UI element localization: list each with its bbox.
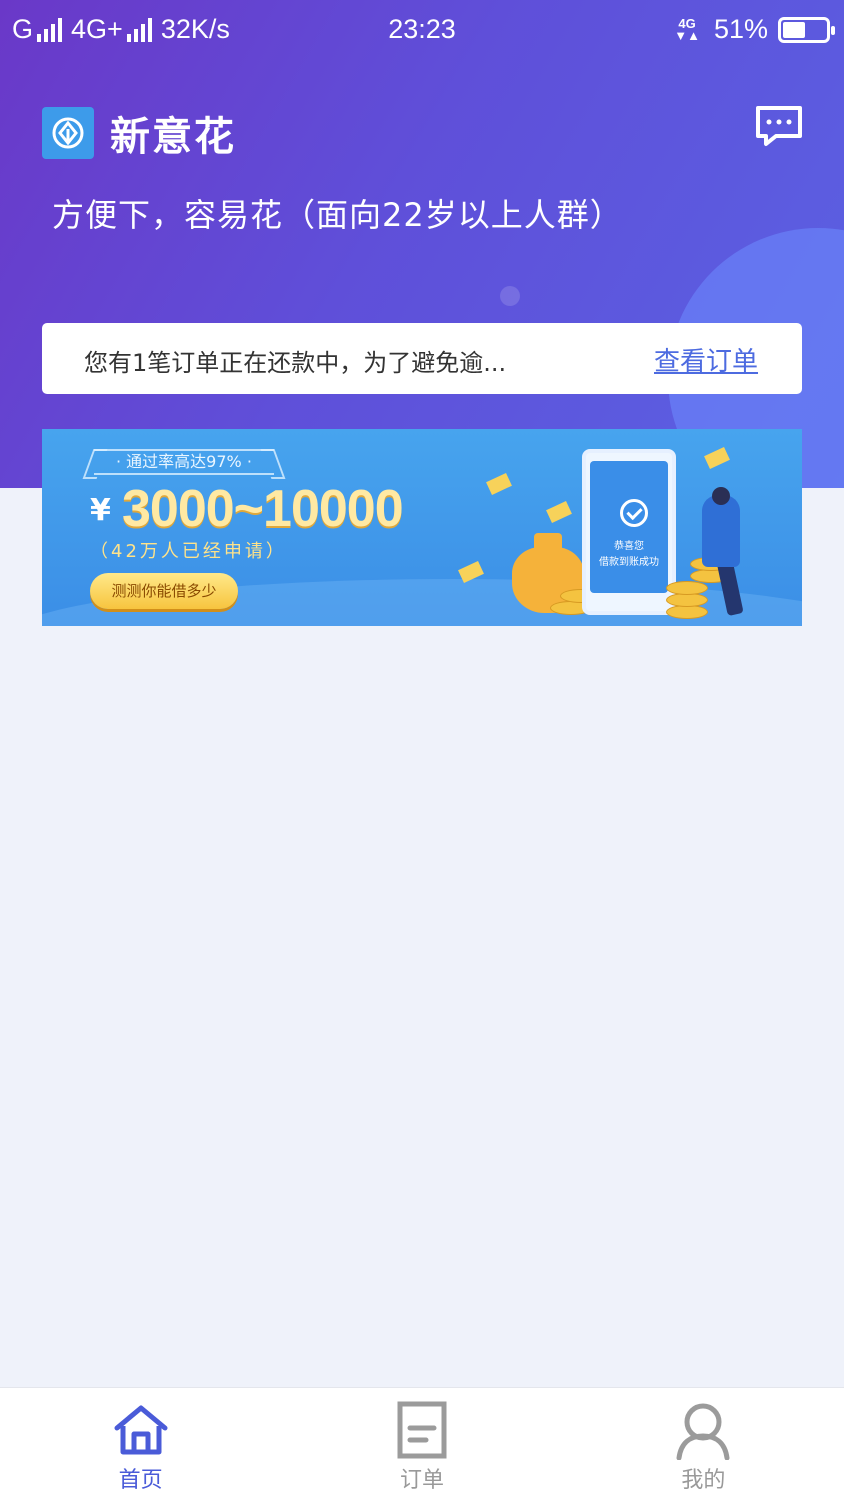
status-right: 4G ▼▲ 51% <box>674 14 835 45</box>
home-icon <box>111 1400 171 1460</box>
tab-profile[interactable]: 我的 <box>563 1388 844 1500</box>
phone-text-line1: 恭喜您 <box>614 541 644 552</box>
person-illustration <box>702 495 740 567</box>
phone-illustration: 恭喜您 借款到账成功 <box>582 449 676 615</box>
coin-icon <box>666 581 708 595</box>
order-icon <box>392 1400 452 1460</box>
check-limit-button[interactable]: 测测你能借多少 <box>90 573 238 609</box>
pass-rate-tag: · 通过率高达97% · <box>94 449 274 475</box>
notice-text: 您有1笔订单正在还款中，为了避免逾... <box>84 349 507 377</box>
phone-text-line2: 借款到账成功 <box>599 557 659 568</box>
money-bill-icon <box>704 447 730 469</box>
network-type-label: 4G <box>678 15 696 31</box>
coin-icon <box>666 605 708 619</box>
yen-symbol: ¥ <box>90 493 111 528</box>
promo-banner[interactable]: · 通过率高达97% · ¥ 3000~10000 （42万人已经申请） 测测你… <box>42 429 802 626</box>
network-type-icon: 4G ▼▲ <box>674 15 700 43</box>
loan-amount: 3000~10000 <box>122 480 404 538</box>
tab-home-label: 首页 <box>118 1468 163 1493</box>
app-logo-icon <box>42 107 94 159</box>
applicants-count: （42万人已经申请） <box>90 541 287 562</box>
coin-icon <box>666 593 708 607</box>
bottom-navigation: 首页 订单 我的 <box>0 1387 844 1500</box>
profile-icon <box>673 1400 733 1461</box>
header-background <box>0 0 844 488</box>
person-illustration-head <box>712 487 730 505</box>
brand: 新意花 <box>42 104 236 162</box>
tab-orders-label: 订单 <box>399 1468 444 1493</box>
battery-icon <box>778 16 835 43</box>
status-bar: G 4G+ 32K/s 23:23 4G ▼▲ 51% <box>0 0 844 58</box>
repayment-notice: 您有1笔订单正在还款中，为了避免逾... 查看订单 <box>42 323 802 394</box>
tab-orders[interactable]: 订单 <box>281 1388 562 1500</box>
tab-home[interactable]: 首页 <box>0 1388 281 1500</box>
tab-profile-label: 我的 <box>681 1468 726 1493</box>
money-bill-icon <box>546 501 572 523</box>
app-title: 新意花 <box>110 114 236 160</box>
slogan: 方便下，容易花（面向22岁以上人群） <box>52 196 623 234</box>
view-order-link[interactable]: 查看订单 <box>654 341 758 378</box>
battery-percent: 51% <box>713 14 768 44</box>
money-bill-icon <box>486 473 512 495</box>
check-icon <box>620 499 648 527</box>
decorative-dot <box>500 286 520 306</box>
message-icon[interactable] <box>754 104 804 148</box>
